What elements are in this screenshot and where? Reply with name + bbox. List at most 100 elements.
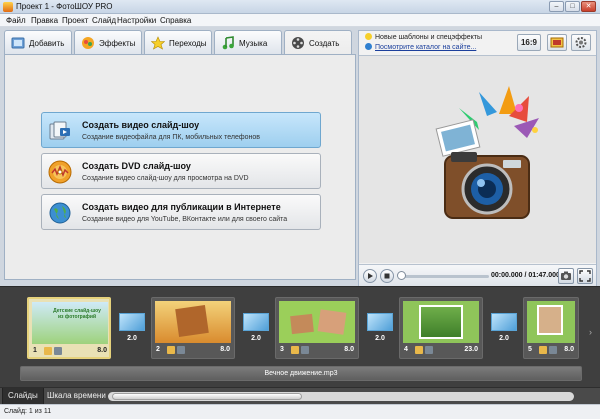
add-icon <box>11 37 25 49</box>
menu-settings[interactable]: Настройки <box>117 16 156 25</box>
slide-image <box>279 301 355 343</box>
catalog-link[interactable]: Посмотрите каталог на сайте... <box>365 43 476 51</box>
stop-button[interactable] <box>380 269 394 283</box>
stop-icon <box>384 273 390 279</box>
seek-bar[interactable] <box>401 275 489 278</box>
option-title: Создать видео для публикации в Интернете <box>82 202 281 212</box>
sound-icon[interactable] <box>549 346 557 354</box>
menu-edit[interactable]: Правка <box>31 16 58 25</box>
tab-slides[interactable]: Слайды <box>2 388 44 405</box>
seek-handle[interactable] <box>397 271 406 280</box>
option-description: Создание видео для YouTube, ВКонтакте ил… <box>82 216 288 223</box>
slide-meta: 5 8.0 <box>527 345 575 356</box>
play-icon <box>368 273 373 279</box>
sound-icon[interactable] <box>177 346 185 354</box>
option-title: Создать DVD слайд-шоу <box>82 161 191 171</box>
edit-icon[interactable] <box>539 346 547 354</box>
menu-project[interactable]: Проект <box>62 16 88 25</box>
slide-meta: 4 23.0 <box>403 345 479 356</box>
music-icon <box>222 36 234 50</box>
news-templates: Новые шаблоны и спецэффекты <box>365 33 482 41</box>
tab-effects[interactable]: Эффекты <box>74 30 142 54</box>
create-video-slideshow-option[interactable]: Создать видео слайд-шоу Создание видеофа… <box>41 112 321 148</box>
create-web-video-option[interactable]: Создать видео для публикации в Интернете… <box>41 194 321 230</box>
playback-time: 00:00.000 / 01:47.000 <box>491 272 560 279</box>
preview-screen <box>359 55 596 263</box>
tab-add[interactable]: Добавить <box>4 30 72 54</box>
transition-thumbnail[interactable]: 2.0 <box>241 309 271 347</box>
option-title: Создать видео слайд-шоу <box>82 120 200 130</box>
menu-bar: Файл Правка Проект Слайд Настройки Справ… <box>0 14 600 27</box>
slide-meta: 1 8.0 <box>32 346 108 357</box>
news-box: Новые шаблоны и спецэффекты Посмотрите к… <box>361 31 511 55</box>
edit-icon[interactable] <box>291 346 299 354</box>
globe-icon <box>49 202 71 224</box>
fullscreen-button[interactable] <box>577 268 593 284</box>
sound-icon[interactable] <box>54 347 62 355</box>
title-bar: Проект 1 - ФотоШОУ PRO – □ ✕ <box>0 0 600 14</box>
slide-thumbnail[interactable]: Детские слайд-шоу из фотографий 1 8.0 <box>27 297 111 359</box>
effects-icon <box>82 37 94 49</box>
close-button[interactable]: ✕ <box>581 1 596 12</box>
camera-logo-illustration <box>435 86 539 219</box>
menu-file[interactable]: Файл <box>6 16 26 25</box>
tab-transitions-label: Переходы <box>169 39 207 48</box>
dvd-icon <box>48 160 72 184</box>
transition-thumbnail[interactable]: 2.0 <box>365 309 395 347</box>
transition-thumbnail[interactable]: 2.0 <box>117 309 147 347</box>
menu-slide[interactable]: Слайд <box>92 16 116 25</box>
star-icon <box>151 36 165 50</box>
slide-image: Детские слайд-шоу из фотографий <box>32 302 108 344</box>
tab-add-label: Добавить <box>29 39 65 48</box>
tab-create[interactable]: Создать <box>284 30 352 55</box>
timeline-scrollbar[interactable] <box>108 392 574 401</box>
slides-timeline: Детские слайд-шоу из фотографий 1 8.0 2.… <box>0 286 600 387</box>
tab-music-label: Музыка <box>239 39 268 48</box>
snapshot-button[interactable] <box>558 268 574 284</box>
minimize-button[interactable]: – <box>549 1 564 12</box>
play-button[interactable] <box>363 269 377 283</box>
tab-transitions[interactable]: Переходы <box>144 30 212 54</box>
settings-button[interactable] <box>571 34 591 51</box>
scroll-right-icon[interactable]: › <box>589 327 597 341</box>
picture-frame-icon <box>550 37 564 48</box>
fullscreen-icon <box>579 270 591 282</box>
slide-duration: 8.0 <box>344 346 354 353</box>
slide-duration: 8.0 <box>564 346 574 353</box>
tab-music[interactable]: Музыка <box>214 30 282 54</box>
transition-preview <box>119 313 145 331</box>
scrollbar-thumb[interactable] <box>112 393 302 400</box>
slide-number: 2 <box>156 346 160 353</box>
menu-help[interactable]: Справка <box>160 16 191 25</box>
slide-thumbnail[interactable]: 2 8.0 <box>151 297 235 359</box>
camera-icon <box>561 271 571 280</box>
slide-thumbnail[interactable]: 4 23.0 <box>399 297 483 359</box>
slide-number: 3 <box>280 346 284 353</box>
transition-thumbnail[interactable]: 2.0 <box>489 309 519 347</box>
sound-icon[interactable] <box>301 346 309 354</box>
slide-image <box>155 301 231 343</box>
tab-create-label: Создать <box>309 39 340 48</box>
slide-thumbnail[interactable]: 5 8.0 <box>523 297 579 359</box>
app-logo-icon <box>3 2 13 12</box>
edit-icon[interactable] <box>415 346 423 354</box>
player-controls: 00:00.000 / 01:47.000 <box>359 264 596 286</box>
aspect-ratio-button[interactable]: 16:9 <box>517 34 541 51</box>
main-tabs: Добавить Эффекты Переходы Музыка Создать <box>4 30 356 55</box>
edit-icon[interactable] <box>167 346 175 354</box>
maximize-button[interactable]: □ <box>565 1 580 12</box>
video-file-icon <box>49 121 70 140</box>
slide-duration: 8.0 <box>220 346 230 353</box>
slide-meta: 2 8.0 <box>155 345 231 356</box>
sound-icon[interactable] <box>425 346 433 354</box>
background-button[interactable] <box>547 34 567 51</box>
tab-timeline[interactable]: Шкала времени <box>42 388 111 405</box>
slide-thumbnail[interactable]: 3 8.0 <box>275 297 359 359</box>
transition-preview <box>491 313 517 331</box>
create-dvd-slideshow-option[interactable]: Создать DVD слайд-шоу Создание видео сла… <box>41 153 321 189</box>
option-description: Создание видео слайд-шоу для просмотра н… <box>82 175 249 182</box>
option-description: Создание видеофайла для ПК, мобильных те… <box>82 134 260 141</box>
slide-image <box>403 301 479 343</box>
music-track[interactable]: Вечное движение.mp3 <box>20 366 582 381</box>
edit-icon[interactable] <box>44 347 52 355</box>
